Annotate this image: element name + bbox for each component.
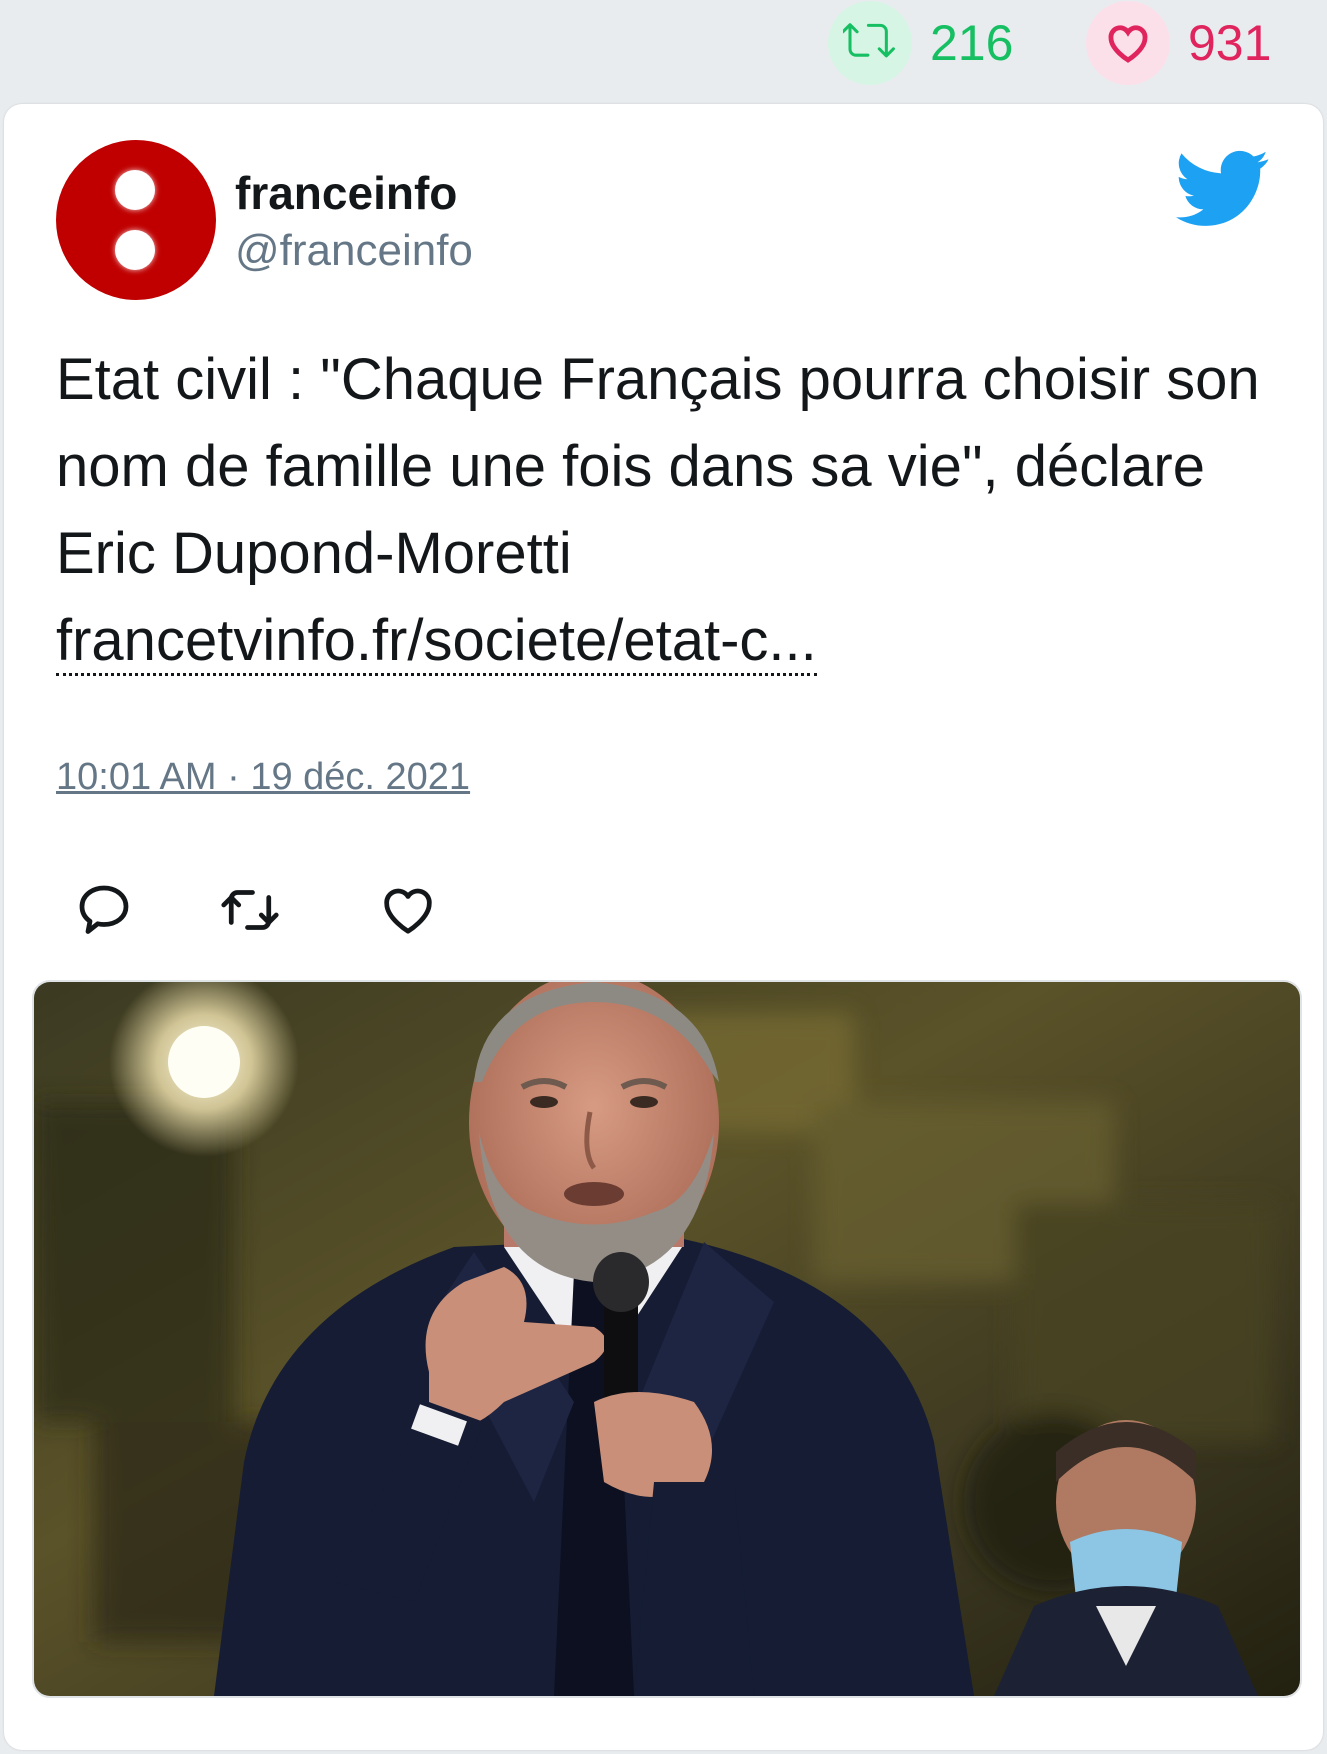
retweet-icon bbox=[828, 1, 912, 85]
retweet-count: 216 bbox=[930, 15, 1014, 71]
tweet-text: Etat civil : "Chaque Français pourra cho… bbox=[56, 336, 1286, 684]
author-handle[interactable]: @franceinfo bbox=[235, 226, 473, 276]
twitter-bird-icon[interactable] bbox=[1176, 148, 1270, 230]
author-name[interactable]: franceinfo bbox=[235, 166, 457, 220]
reply-icon[interactable] bbox=[74, 880, 134, 940]
heart-icon bbox=[1086, 1, 1170, 85]
like-action-icon[interactable] bbox=[378, 880, 438, 940]
article-link[interactable]: francetvinfo.fr/societe/etat-c... bbox=[56, 608, 817, 676]
like-count: 931 bbox=[1188, 15, 1272, 71]
retweet-action-icon[interactable] bbox=[220, 880, 280, 940]
avatar[interactable] bbox=[56, 140, 216, 300]
retweet-stat[interactable]: 216 bbox=[828, 0, 1013, 86]
like-stat[interactable]: 931 bbox=[1086, 0, 1271, 86]
logo-dot-top bbox=[115, 170, 155, 210]
tweet-card: franceinfo @franceinfo Etat civil : "Cha… bbox=[4, 104, 1323, 1750]
photo-illustration bbox=[34, 982, 1300, 1696]
timestamp[interactable]: 10:01 AM · 19 déc. 2021 bbox=[56, 756, 470, 799]
tweet-photo[interactable] bbox=[32, 980, 1302, 1698]
stats-bar: 216 931 bbox=[0, 0, 1327, 100]
logo-dot-bottom bbox=[115, 230, 155, 270]
tweet-body: Etat civil : "Chaque Français pourra cho… bbox=[56, 347, 1260, 586]
